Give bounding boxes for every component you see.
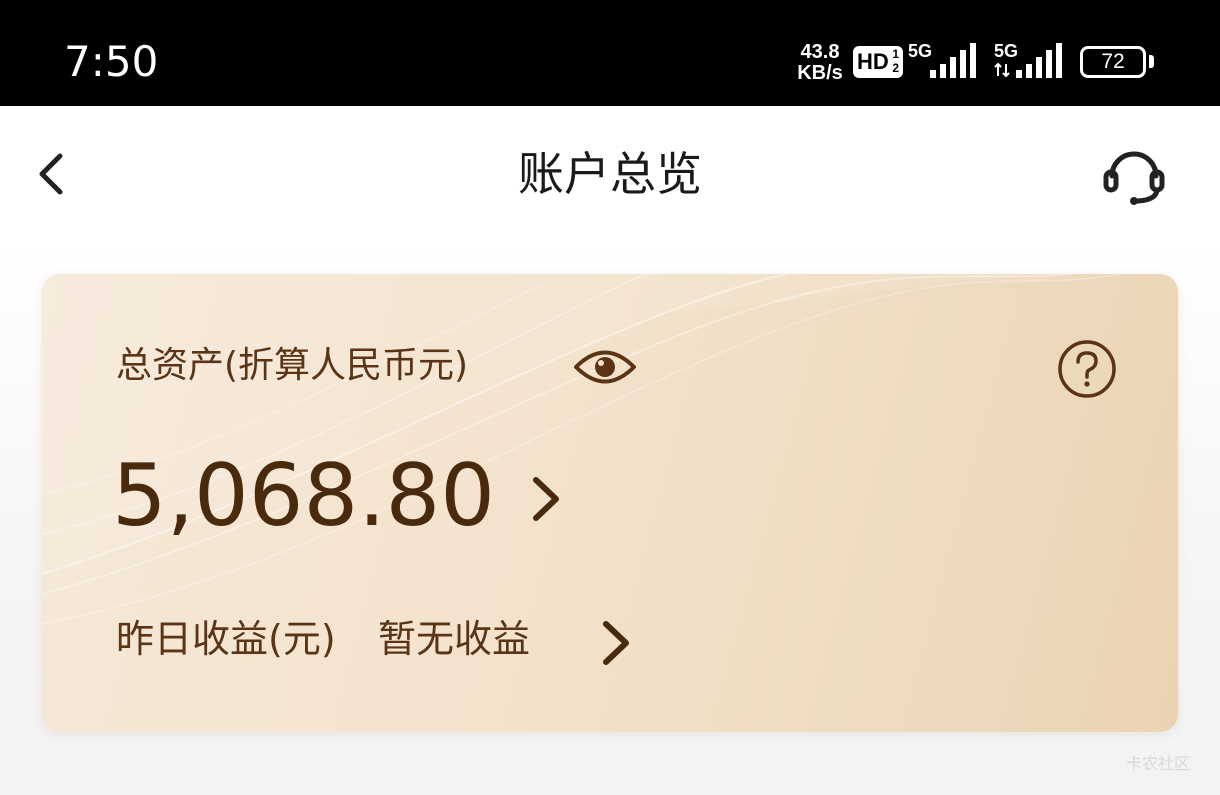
hd-sub-bottom: 2 bbox=[892, 61, 899, 75]
yesterday-earnings-label: 昨日收益(元) bbox=[116, 617, 336, 661]
yesterday-earnings-value: 暂无收益 bbox=[378, 617, 531, 661]
data-transfer-icon bbox=[994, 62, 1010, 78]
help-button[interactable] bbox=[1056, 338, 1118, 400]
sim2-signal-bars-icon bbox=[1016, 43, 1062, 78]
page-header: 账户总览 bbox=[0, 106, 1220, 242]
hd-sub-label: 12 bbox=[892, 47, 899, 75]
question-circle-icon bbox=[1058, 340, 1116, 398]
battery-nub bbox=[1149, 55, 1154, 68]
sim2-signal-icon: 5G bbox=[994, 42, 1066, 80]
network-speed-value: 43.8 bbox=[800, 41, 840, 63]
network-speed-unit: KB/s bbox=[797, 62, 843, 84]
chevron-right-icon bbox=[603, 621, 629, 665]
status-bar: 7:50 43.8 KB/s HD 12 5G 5G 72 bbox=[0, 0, 1220, 106]
page-title: 账户总览 bbox=[518, 147, 702, 201]
total-assets-label: 总资产(折算人民币元) bbox=[116, 345, 469, 386]
chevron-right-icon bbox=[533, 477, 559, 521]
hd-voice-icon: HD 12 bbox=[853, 46, 903, 78]
headset-icon bbox=[1103, 151, 1165, 205]
battery-level: 72 bbox=[1101, 50, 1125, 73]
sim1-signal-bars-icon bbox=[930, 43, 976, 78]
status-time: 7:50 bbox=[64, 37, 159, 86]
sim1-signal-icon: 5G bbox=[908, 42, 980, 80]
hd-sub-top: 1 bbox=[892, 47, 899, 61]
hd-label: HD bbox=[857, 49, 889, 74]
watermark: 卡农社区 bbox=[1126, 754, 1191, 773]
total-assets-card: 总资产(折算人民币元) 5,068.80 昨日收益(元) 暂无收益 bbox=[42, 274, 1178, 732]
eye-icon bbox=[574, 350, 636, 384]
battery-icon: 72 bbox=[1080, 46, 1146, 78]
network-speed: 43.8 KB/s bbox=[792, 42, 848, 84]
yesterday-earnings-link[interactable]: 昨日收益(元) 暂无收益 bbox=[116, 610, 676, 670]
customer-service-button[interactable] bbox=[1098, 138, 1170, 210]
total-assets-amount: 5,068.80 bbox=[112, 446, 495, 546]
toggle-visibility-button[interactable] bbox=[572, 342, 638, 392]
